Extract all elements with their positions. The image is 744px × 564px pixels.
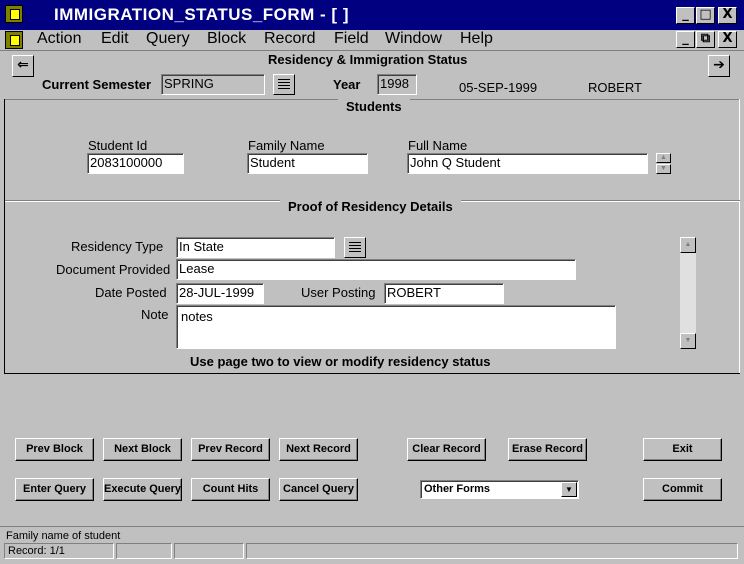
user-posting-field[interactable]: ROBERT xyxy=(384,283,504,304)
page-two-hint: Use page two to view or modify residency… xyxy=(190,354,491,369)
record-scroller[interactable]: ▲ ▼ xyxy=(656,153,671,174)
menu-field[interactable]: Field xyxy=(334,30,369,48)
residency-type-label: Residency Type xyxy=(71,239,164,254)
form-title: Residency & Immigration Status xyxy=(268,52,468,67)
right-border xyxy=(739,99,740,374)
scroll-up-icon[interactable]: ▲ xyxy=(656,153,671,163)
status-cell-3 xyxy=(174,543,244,559)
record-indicator: Record: 1/1 xyxy=(4,543,114,559)
app-icon[interactable] xyxy=(5,5,23,23)
date-posted-field[interactable]: 28-JUL-1999 xyxy=(176,283,264,304)
doc-close-button[interactable]: X xyxy=(718,31,737,48)
semester-field[interactable]: SPRING xyxy=(161,74,265,95)
menu-divider xyxy=(0,50,744,51)
note-textarea[interactable]: notes xyxy=(176,305,616,349)
next-page-button[interactable]: ➔ xyxy=(708,55,730,77)
exit-button[interactable]: Exit xyxy=(643,438,722,461)
document-provided-field[interactable]: Lease xyxy=(176,259,576,280)
status-cell-2 xyxy=(116,543,172,559)
year-label: Year xyxy=(333,77,361,92)
semester-lov-button[interactable] xyxy=(273,74,295,95)
date-posted-label: Date Posted xyxy=(95,285,167,300)
cancel-query-button[interactable]: Cancel Query xyxy=(279,478,358,501)
other-forms-select[interactable]: Other Forms ▼ xyxy=(420,480,579,499)
clear-record-button[interactable]: Clear Record xyxy=(407,438,486,461)
menu-block[interactable]: Block xyxy=(207,30,246,48)
menu-help[interactable]: Help xyxy=(460,30,493,48)
residency-section-title: Proof of Residency Details xyxy=(280,199,461,214)
document-icon[interactable] xyxy=(5,31,23,49)
student-id-label: Student Id xyxy=(88,138,148,153)
family-name-label: Family Name xyxy=(248,138,325,153)
menu-action[interactable]: Action xyxy=(37,30,81,48)
scroll-down-icon[interactable]: ▼ xyxy=(656,164,671,174)
chevron-down-icon[interactable]: ▼ xyxy=(561,482,577,497)
doc-restore-button[interactable]: ⧉ xyxy=(696,31,715,48)
status-divider xyxy=(0,526,744,527)
block-bottom-border xyxy=(4,373,740,374)
maximize-button[interactable]: □ xyxy=(696,7,715,24)
student-id-field[interactable]: 2083100000 xyxy=(87,153,184,174)
status-hint: Family name of student xyxy=(6,530,121,542)
status-cell-4 xyxy=(246,543,738,559)
minimize-button[interactable]: _ xyxy=(676,7,695,24)
next-record-button[interactable]: Next Record xyxy=(279,438,358,461)
menu-bar: Action Edit Query Block Record Field Win… xyxy=(0,30,744,50)
next-block-button[interactable]: Next Block xyxy=(103,438,182,461)
close-button[interactable]: X xyxy=(718,7,737,24)
count-hits-button[interactable]: Count Hits xyxy=(191,478,270,501)
left-border xyxy=(4,99,5,374)
execute-query-button[interactable]: Execute Query xyxy=(103,478,182,501)
residency-type-lov-button[interactable] xyxy=(344,237,366,258)
user-posting-label: User Posting xyxy=(301,285,376,300)
current-user: ROBERT xyxy=(588,80,642,95)
residency-scrollbar[interactable]: ▲ ▼ xyxy=(680,237,696,349)
document-provided-label: Document Provided xyxy=(56,262,171,277)
menu-record[interactable]: Record xyxy=(264,30,316,48)
current-date: 05-SEP-1999 xyxy=(459,80,538,95)
commit-button[interactable]: Commit xyxy=(643,478,722,501)
family-name-field[interactable]: Student xyxy=(247,153,368,174)
menu-edit[interactable]: Edit xyxy=(101,30,129,48)
erase-record-button[interactable]: Erase Record xyxy=(508,438,587,461)
scroll-up-icon[interactable]: ▲ xyxy=(680,237,696,253)
title-bar: IMMIGRATION_STATUS_FORM - [ ] _ □ X xyxy=(0,0,744,30)
prev-block-button[interactable]: Prev Block xyxy=(15,438,94,461)
window-title: IMMIGRATION_STATUS_FORM - [ ] xyxy=(54,5,349,24)
full-name-label: Full Name xyxy=(408,138,468,153)
prev-record-button[interactable]: Prev Record xyxy=(191,438,270,461)
previous-page-button[interactable]: ⇐ xyxy=(12,55,34,77)
students-section-title: Students xyxy=(338,99,410,114)
other-forms-value: Other Forms xyxy=(424,483,491,495)
residency-type-field[interactable]: In State xyxy=(176,237,335,258)
menu-window[interactable]: Window xyxy=(385,30,442,48)
year-field[interactable]: 1998 xyxy=(377,74,417,95)
note-label: Note xyxy=(141,307,169,322)
doc-minimize-button[interactable]: _ xyxy=(676,31,695,48)
full-name-field[interactable]: John Q Student xyxy=(407,153,648,174)
enter-query-button[interactable]: Enter Query xyxy=(15,478,94,501)
scroll-down-icon[interactable]: ▼ xyxy=(680,333,696,349)
semester-label: Current Semester xyxy=(42,77,152,92)
menu-query[interactable]: Query xyxy=(146,30,190,48)
